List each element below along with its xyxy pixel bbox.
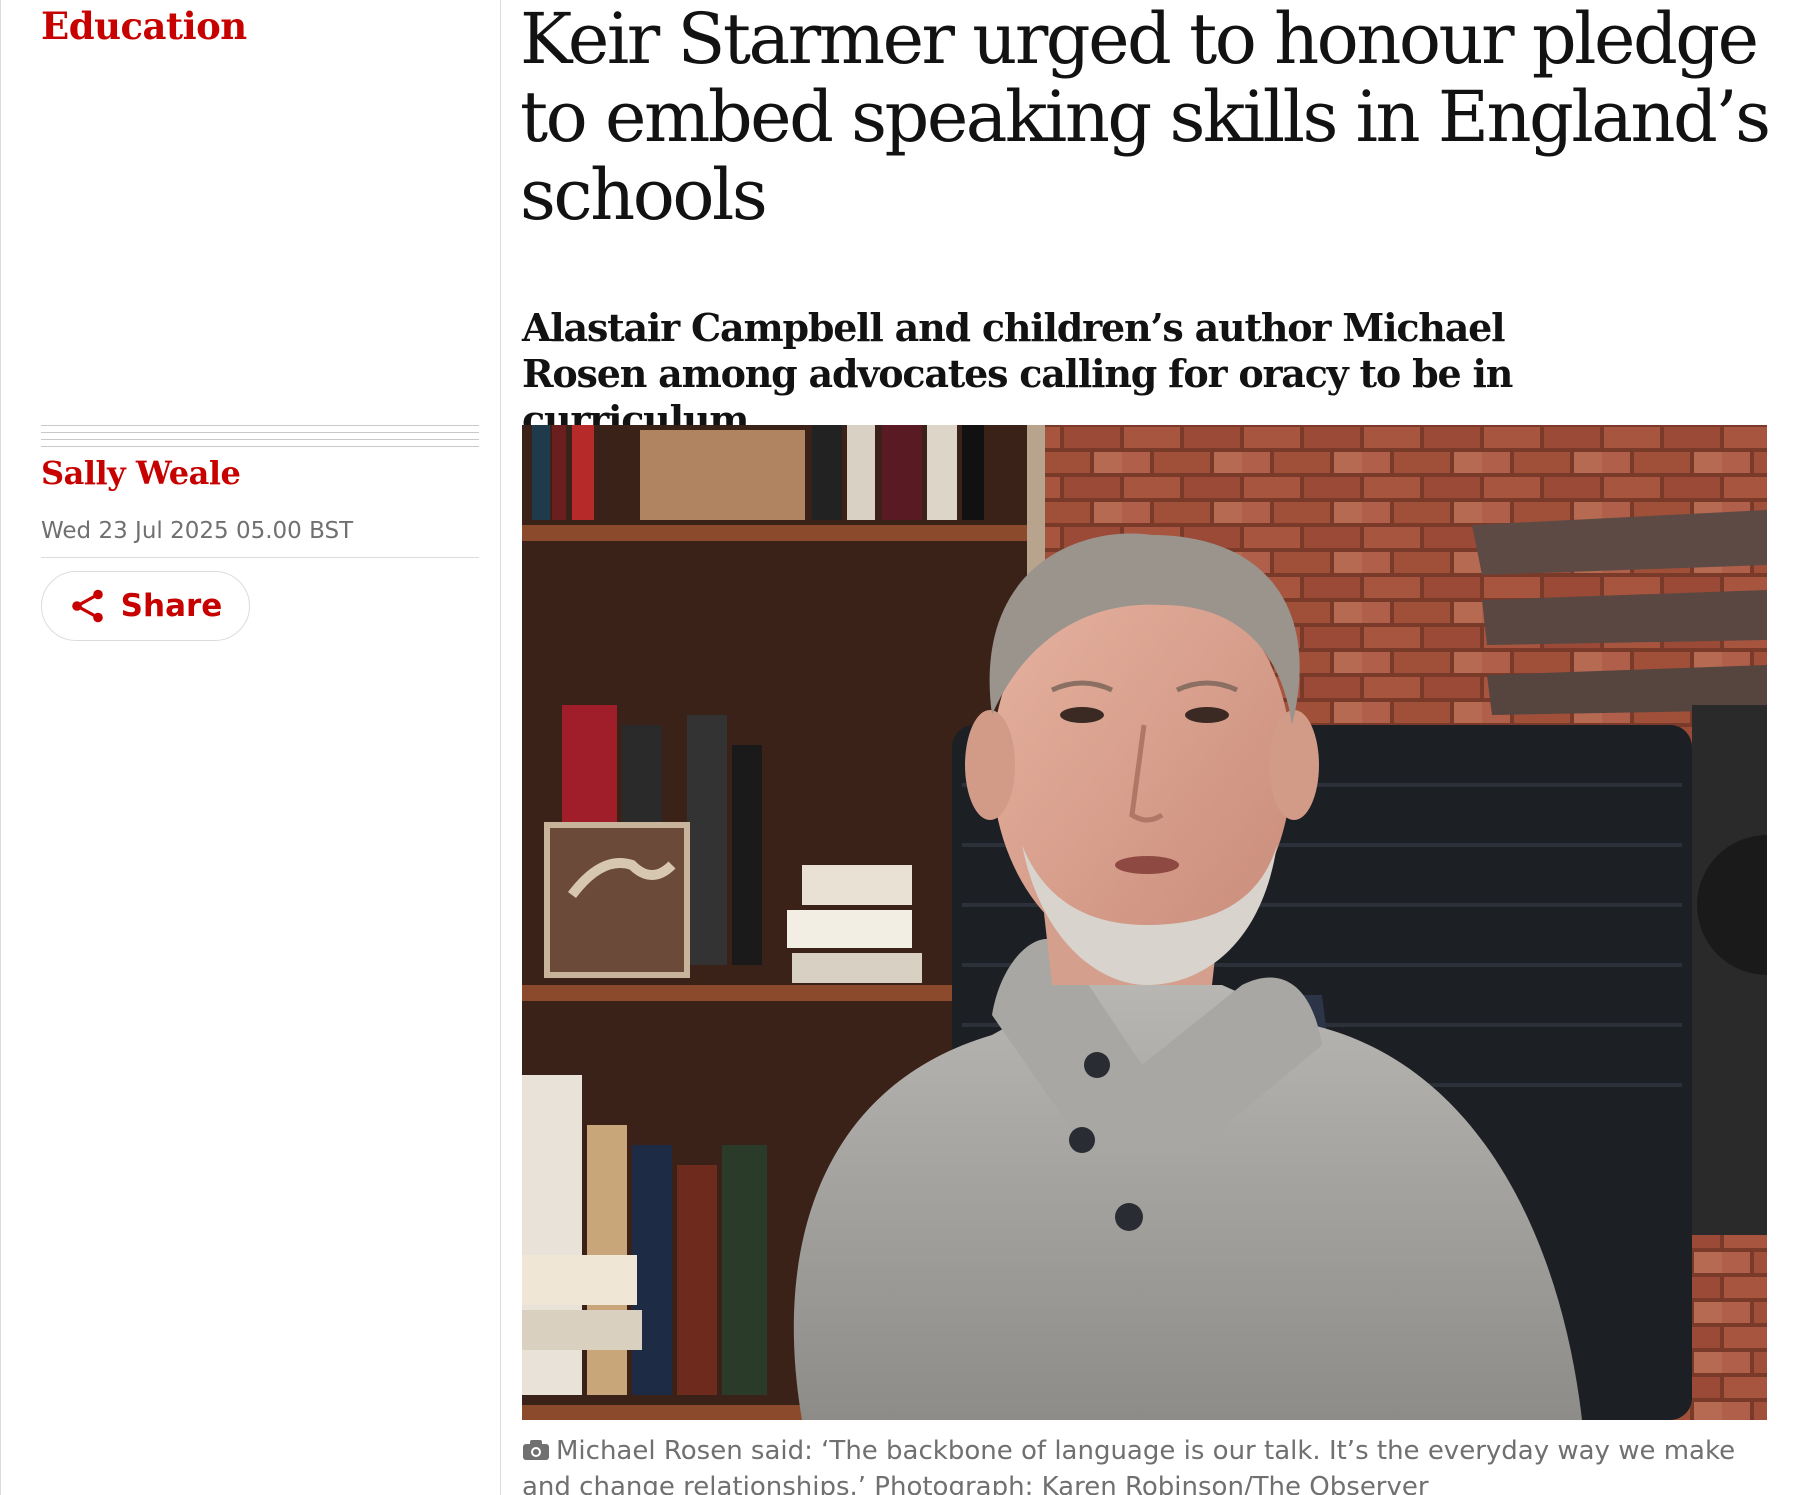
publish-date: Wed 23 Jul 2025 05.00 BST — [41, 518, 354, 544]
column-divider — [500, 0, 501, 1495]
meta-divider — [41, 557, 479, 558]
left-edge-rule — [0, 0, 1, 1495]
article-standfirst: Alastair Campbell and children’s author … — [522, 305, 1513, 442]
byline-rules — [41, 425, 479, 449]
share-icon — [69, 587, 107, 625]
hero-photo — [522, 425, 1767, 1420]
hero-photo-illustration — [522, 425, 1767, 1420]
section-label-link[interactable]: Education — [41, 4, 247, 48]
camera-icon — [522, 1435, 550, 1460]
article-headline: Keir Starmer urged to honour pledge to e… — [520, 0, 1771, 236]
image-caption: Michael Rosen said: ‘The backbone of lan… — [522, 1433, 1782, 1495]
image-caption-text: Michael Rosen said: ‘The backbone of lan… — [522, 1436, 1736, 1495]
share-label: Share — [120, 588, 223, 624]
share-button[interactable]: Share — [41, 571, 250, 641]
article-page: Education Sally Weale Wed 23 Jul 2025 05… — [0, 0, 1802, 1495]
author-link[interactable]: Sally Weale — [41, 454, 241, 492]
